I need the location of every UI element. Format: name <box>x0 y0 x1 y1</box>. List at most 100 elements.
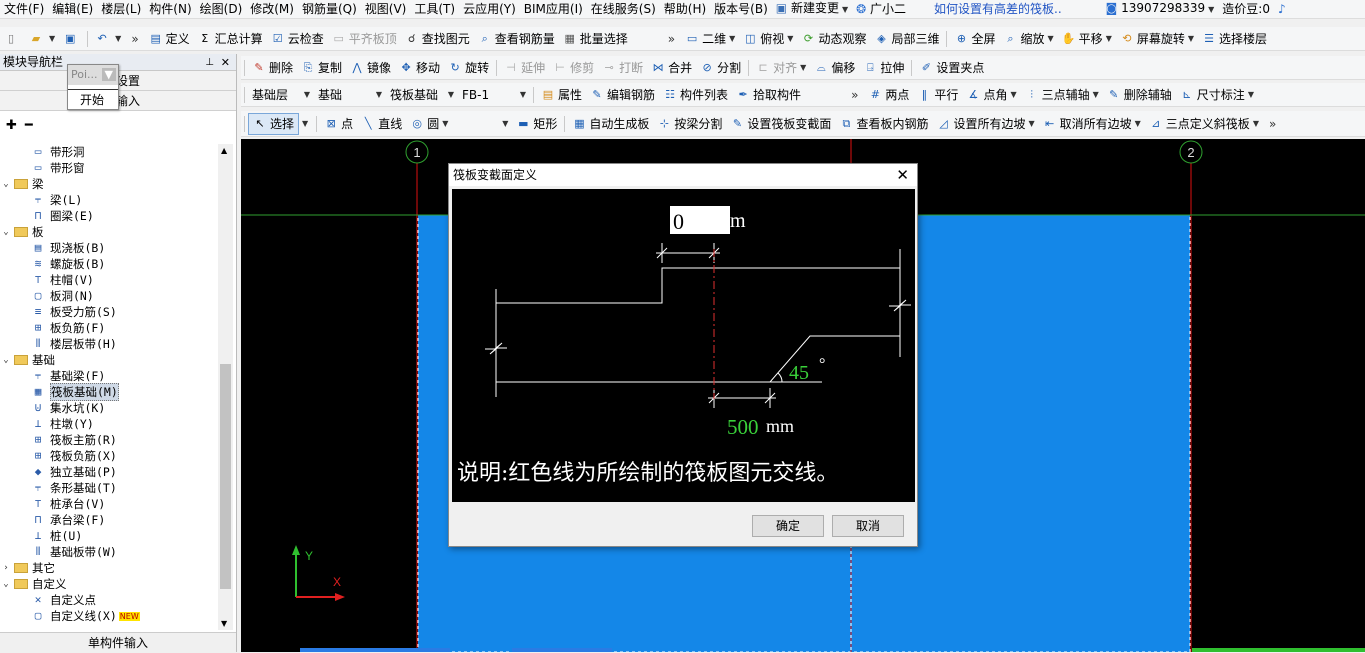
width-value[interactable]: 500 <box>727 415 759 439</box>
undo-button[interactable]: ↶ ▼ <box>91 28 125 50</box>
copy-button[interactable]: ⎘ 复制 <box>297 57 346 79</box>
scroll-thumb[interactable] <box>220 364 231 589</box>
tree-folder[interactable]: › 其它 <box>0 560 218 576</box>
type-select[interactable]: 筏板基础 ▼ <box>386 85 458 104</box>
dynamic-view-button[interactable]: ⟳ 动态观察 <box>797 28 870 50</box>
status-tab-2[interactable] <box>512 648 612 652</box>
edit-rebar-button[interactable]: ✎ 编辑钢筋 <box>586 84 659 106</box>
tree-item[interactable]: ⫧ 梁(L) <box>0 192 218 208</box>
tree-item[interactable]: ⊞ 板负筋(F) <box>0 320 218 336</box>
auto-generate-button[interactable]: ▦ 自动生成板 <box>568 113 653 135</box>
menu-tools[interactable]: 工具(T) <box>410 0 459 19</box>
tree-item[interactable]: ⊥ 柱墩(Y) <box>0 416 218 432</box>
single-component-input-button[interactable]: 单构件输入 <box>0 632 236 652</box>
menu-help[interactable]: 帮助(H) <box>660 0 710 19</box>
menu-component[interactable]: 构件(N) <box>145 0 195 19</box>
set-all-slopes-button[interactable]: ◿ 设置所有边坡 ▼ <box>932 113 1038 135</box>
calc-button[interactable]: Σ 汇总计算 <box>194 28 267 50</box>
rotate-screen-button[interactable]: ⟲ 屏幕旋转 ▼ <box>1116 28 1198 50</box>
tree-folder[interactable]: ⌄ 基础 <box>0 352 218 368</box>
offset-button[interactable]: ⌓ 偏移 <box>810 57 859 79</box>
define-button[interactable]: ▤ 定义 <box>145 28 194 50</box>
overflow-chevron-icon[interactable]: » <box>125 32 144 46</box>
component-list-button[interactable]: ☷ 构件列表 <box>659 84 732 106</box>
three-point-slope-button[interactable]: ⊿ 三点定义斜筏板 ▼ <box>1145 113 1263 135</box>
new-file-button[interactable]: ▯ <box>0 28 25 50</box>
select-floor-button[interactable]: ☰ 选择楼层 <box>1198 28 1271 50</box>
menu-modify[interactable]: 修改(M) <box>246 0 298 19</box>
delete-axis-button[interactable]: ✎ 删除辅轴 <box>1103 84 1176 106</box>
tree-item[interactable]: ⫧ 基础梁(F) <box>0 368 218 384</box>
menu-floor[interactable]: 楼层(L) <box>97 0 145 19</box>
cost-bean[interactable]: 造价豆:0 <box>1218 0 1274 19</box>
component-select[interactable]: FB-1 ▼ <box>458 85 530 104</box>
tree-item[interactable]: ⊍ 集水坑(K) <box>0 400 218 416</box>
menu-rebar-qty[interactable]: 钢筋量(Q) <box>298 0 361 19</box>
batch-select-button[interactable]: ▦ 批量选择 <box>559 28 632 50</box>
break-button[interactable]: ⊸ 打断 <box>598 57 647 79</box>
help-link[interactable]: 如何设置有高差的筏板.. <box>930 0 1066 19</box>
tree-item[interactable]: ⊓ 圈梁(E) <box>0 208 218 224</box>
shape-select[interactable]: ▼ <box>452 114 512 133</box>
tree-item[interactable]: ≋ 螺旋板(B) <box>0 256 218 272</box>
tree-folder[interactable]: ⌄ 板 <box>0 224 218 240</box>
cancel-all-slopes-button[interactable]: ⇤ 取消所有边坡 ▼ <box>1039 113 1145 135</box>
status-tab-1[interactable] <box>300 648 450 652</box>
overflow-chevron-icon-4[interactable]: » <box>1263 117 1282 131</box>
view-rebar-qty-button[interactable]: ⌕ 查看钢筋量 <box>474 28 559 50</box>
local-3d-button[interactable]: ◈ 局部三维 <box>870 28 943 50</box>
menu-file[interactable]: 文件(F) <box>0 0 48 19</box>
tree-scrollbar[interactable]: ▲ ▼ <box>218 144 233 630</box>
cancel-button[interactable]: 取消 <box>832 515 904 537</box>
fullscreen-button[interactable]: ⊕ 全屏 <box>950 28 999 50</box>
expand-all-icon[interactable]: ✚ <box>6 118 17 133</box>
tree-item[interactable]: ▭ 带形窗 <box>0 160 218 176</box>
split-by-beam-button[interactable]: ⊹ 按梁分割 <box>653 113 726 135</box>
three-point-axis-button[interactable]: ⫶ 三点辅轴 ▼ <box>1021 84 1103 106</box>
menu-edit[interactable]: 编辑(E) <box>48 0 97 19</box>
tree-folder[interactable]: ⌄ 自定义 <box>0 576 218 592</box>
tree-item[interactable]: ⊞ 筏板主筋(R) <box>0 432 218 448</box>
point-button[interactable]: ⊠ 点 <box>320 113 357 135</box>
rect-button[interactable]: ▬ 矩形 <box>512 113 561 135</box>
overflow-chevron-icon-3[interactable]: » <box>845 88 864 102</box>
delete-button[interactable]: ✎ 删除 <box>248 57 297 79</box>
pin-icon[interactable]: ⊥ <box>205 54 214 71</box>
tree-folder[interactable]: ⌄ 梁 <box>0 176 218 192</box>
trim-button[interactable]: ⊢ 修剪 <box>549 57 598 79</box>
split-button[interactable]: ⊘ 分割 <box>696 57 745 79</box>
tree-item[interactable]: ✕ 自定义点 <box>0 592 218 608</box>
view-slab-rebar-button[interactable]: ⧉ 查看板内钢筋 <box>835 113 932 135</box>
chevron-down-icon[interactable]: ⌄ <box>0 579 12 589</box>
save-button[interactable]: ▣ <box>59 28 84 50</box>
cloud-check-button[interactable]: ☑ 云检查 <box>267 28 328 50</box>
chevron-down-icon[interactable]: ⌄ <box>0 355 12 365</box>
tree-item[interactable]: ⫴ 基础板带(W) <box>0 544 218 560</box>
user-button[interactable]: ❂ 广小二 <box>852 0 910 19</box>
two-point-button[interactable]: # 两点 <box>864 84 913 106</box>
tree-item[interactable]: ▤ 现浇板(B) <box>0 240 218 256</box>
tree-item[interactable]: ⊥ 桩(U) <box>0 528 218 544</box>
dimension-button[interactable]: ⊾ 尺寸标注 ▼ <box>1176 84 1258 106</box>
chevron-right-icon[interactable]: › <box>0 563 12 573</box>
flush-board-button[interactable]: ▭ 平齐板顶 <box>328 28 401 50</box>
rotate-button[interactable]: ↻ 旋转 <box>444 57 493 79</box>
floor-select[interactable]: 基础层 ▼ <box>248 85 314 104</box>
menu-version[interactable]: 版本号(B) <box>710 0 772 19</box>
pick-component-button[interactable]: ✒ 拾取构件 <box>732 84 805 106</box>
close-icon[interactable]: ✕ <box>221 54 230 71</box>
circle-button[interactable]: ◎ 圆 ▼ <box>406 113 452 135</box>
category-select[interactable]: 基础 ▼ <box>314 85 386 104</box>
set-pinch-button[interactable]: ✐ 设置夹点 <box>915 57 988 79</box>
merge-button[interactable]: ⋈ 合并 <box>647 57 696 79</box>
tree-item[interactable]: ≡ 板受力筋(S) <box>0 304 218 320</box>
view-mode-select[interactable]: ▭ 二维 ▼ <box>681 28 739 50</box>
extend-button[interactable]: ⊣ 延伸 <box>500 57 549 79</box>
menu-online[interactable]: 在线服务(S) <box>587 0 660 19</box>
tree-item[interactable]: ▢ 自定义线(X) NEW <box>0 608 218 624</box>
set-section-button[interactable]: ✎ 设置筏板变截面 <box>726 113 835 135</box>
properties-button[interactable]: ▤ 属性 <box>537 84 586 106</box>
ok-button[interactable]: 确定 <box>752 515 824 537</box>
overflow-chevron-icon-2[interactable]: » <box>662 32 681 46</box>
point-angle-button[interactable]: ∡ 点角 ▼ <box>962 84 1020 106</box>
